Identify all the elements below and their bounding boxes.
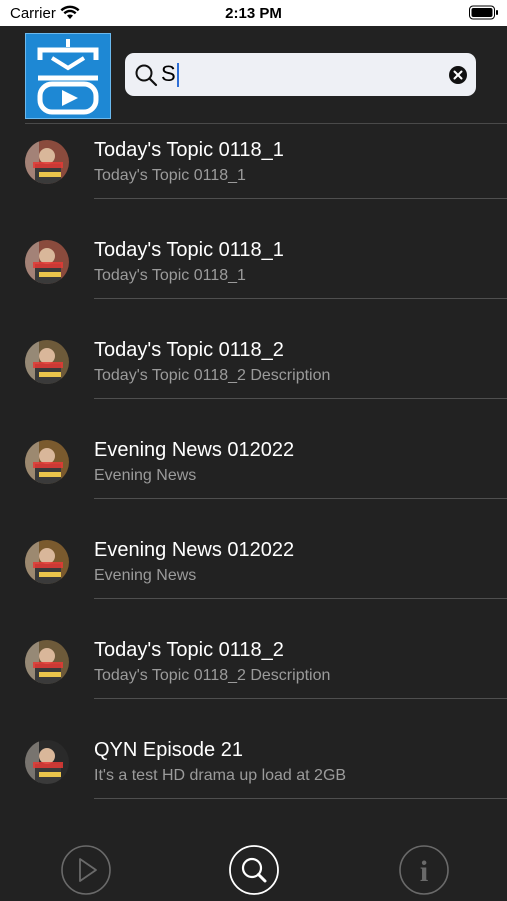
search-icon <box>229 845 279 895</box>
item-title: Today's Topic 0118_2 <box>94 639 284 661</box>
list-item[interactable]: QYN Episode 21 It's a test HD drama up lo… <box>0 724 507 824</box>
tab-search[interactable] <box>228 844 280 896</box>
thumbnail-image <box>25 640 69 684</box>
tab-info[interactable]: i <box>398 844 450 896</box>
magnifier-icon <box>134 63 158 92</box>
tab-bar: i <box>0 836 507 900</box>
item-title: Today's Topic 0118_1 <box>94 239 284 261</box>
row-divider <box>94 598 507 599</box>
app-logo-play-icon <box>37 39 99 115</box>
search-input[interactable]: S <box>161 57 431 91</box>
item-title: Evening News 012022 <box>94 439 295 461</box>
info-icon: i <box>399 845 449 895</box>
item-subtitle: Today's Topic 0118_2 Description <box>94 367 331 384</box>
list-item[interactable]: Today's Topic 0118_2 Today's Topic 0118_2… <box>0 624 507 724</box>
item-subtitle: Today's Topic 0118_1 <box>94 267 246 284</box>
row-divider <box>94 198 507 199</box>
list-item[interactable]: Evening News 012022 Evening News <box>0 424 507 524</box>
app-logo <box>25 33 111 119</box>
thumbnail-image <box>25 540 69 584</box>
list-item[interactable]: Today's Topic 0118_2 Today's Topic 0118_2… <box>0 324 507 424</box>
row-divider <box>94 698 507 699</box>
row-divider <box>94 798 507 799</box>
search-query-text: S <box>161 61 176 86</box>
tab-play[interactable] <box>60 844 112 896</box>
search-field[interactable]: S <box>125 53 476 96</box>
text-caret <box>176 63 179 88</box>
status-bar: Carrier 2:13 PM <box>0 0 507 26</box>
thumbnail-image <box>25 440 69 484</box>
list-item[interactable]: Today's Topic 0118_1 Today's Topic 0118_1 <box>0 124 507 224</box>
search-results-list: Today's Topic 0118_1 Today's Topic 0118_1… <box>0 124 507 824</box>
item-subtitle: It's a test HD drama up load at 2GB <box>94 767 347 784</box>
row-divider <box>94 298 507 299</box>
item-title: QYN Episode 21 <box>94 739 243 761</box>
item-subtitle: Today's Topic 0118_2 Description <box>94 667 331 684</box>
battery-icon <box>469 5 499 25</box>
thumbnail-image <box>25 240 69 284</box>
item-subtitle: Evening News <box>94 567 197 584</box>
thumbnail-image <box>25 740 69 784</box>
play-icon <box>61 845 111 895</box>
item-subtitle: Today's Topic 0118_1 <box>94 167 246 184</box>
status-time: 2:13 PM <box>225 5 282 22</box>
row-divider <box>94 398 507 399</box>
item-title: Evening News 012022 <box>94 539 295 561</box>
list-item[interactable]: Today's Topic 0118_1 Today's Topic 0118_1 <box>0 224 507 324</box>
row-divider <box>94 498 507 499</box>
info-glyph: i <box>420 855 428 888</box>
item-subtitle: Evening News <box>94 467 197 484</box>
clear-x-icon[interactable] <box>449 66 467 89</box>
list-item[interactable]: Evening News 012022 Evening News <box>0 524 507 624</box>
thumbnail-image <box>25 140 69 184</box>
thumbnail-image <box>25 340 69 384</box>
item-title: Today's Topic 0118_1 <box>94 139 284 161</box>
item-title: Today's Topic 0118_2 <box>94 339 284 361</box>
